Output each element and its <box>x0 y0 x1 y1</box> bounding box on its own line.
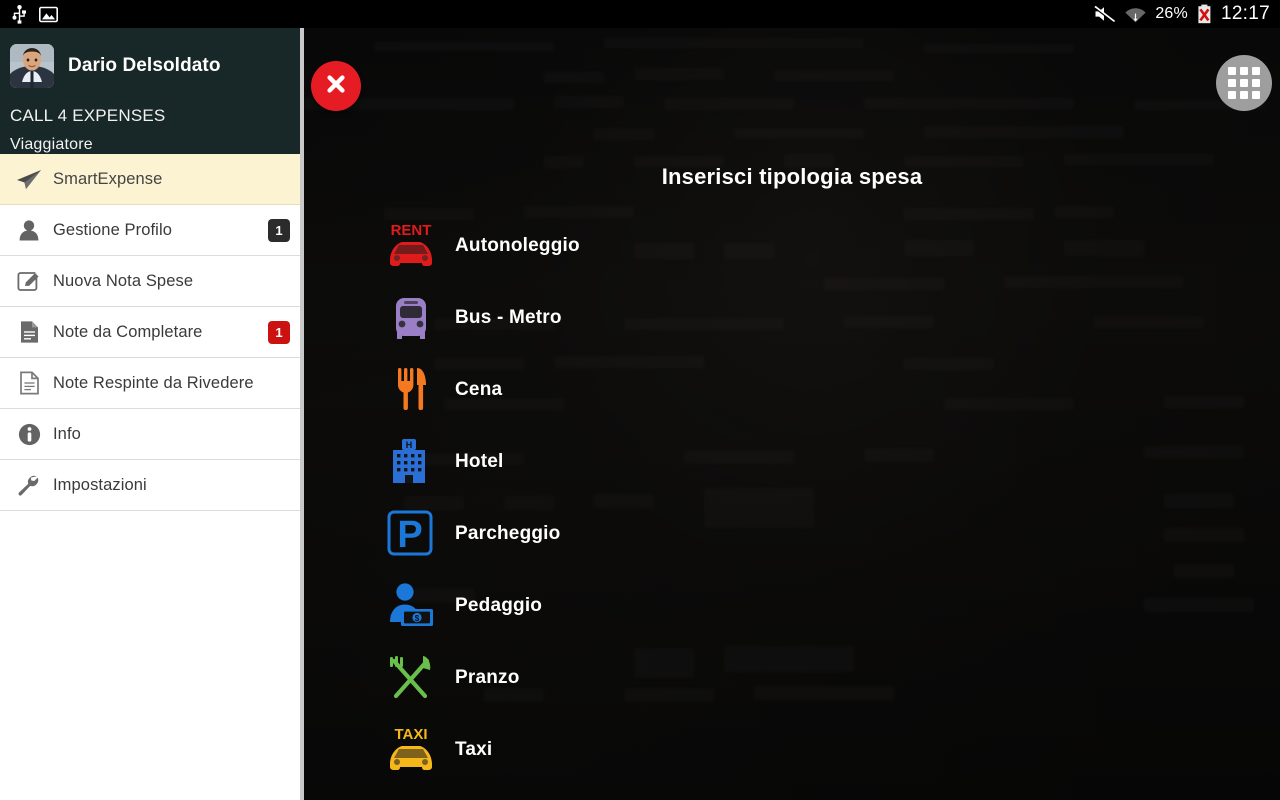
wifi-icon <box>1125 5 1146 23</box>
screenshot-image-icon <box>39 6 58 23</box>
expense-type-row-hotel[interactable]: H Hotel <box>304 426 1280 498</box>
parking-p-icon: P <box>383 506 439 562</box>
expense-type-label: Pedaggio <box>455 595 543 616</box>
svg-text:TAXI: TAXI <box>394 726 427 743</box>
profile-name: Dario Delsoldato <box>68 55 221 76</box>
sidebar-item-label: Gestione Profilo <box>53 220 172 239</box>
expense-type-label: Autonoleggio <box>455 235 580 256</box>
battery-error-icon <box>1197 4 1212 24</box>
rental-car-icon: RENT <box>383 218 439 274</box>
navigation-drawer: Dario Delsoldato CALL 4 EXPENSES Viaggia… <box>0 28 304 800</box>
sidebar-item-nuova-nota-spese[interactable]: Nuova Nota Spese <box>0 256 304 307</box>
sidebar-item-note-da-completare[interactable]: Note da Completare 1 <box>0 307 304 358</box>
taxi-icon: TAXI <box>383 722 439 778</box>
bus-icon <box>383 290 439 346</box>
role-label: Viaggiatore <box>10 136 93 153</box>
lunch-crossed-cutlery-icon <box>383 650 439 706</box>
expense-type-row-taxi[interactable]: TAXI Taxi <box>304 714 1280 786</box>
dinner-fork-knife-icon <box>383 362 439 418</box>
sidebar-item-badge: 1 <box>268 218 290 242</box>
expense-type-row-pranzo[interactable]: Pranzo <box>304 642 1280 714</box>
modal-title: Inserisci tipologia spesa <box>661 164 923 189</box>
info-icon <box>14 423 44 446</box>
sidebar-item-badge: 1 <box>268 320 290 344</box>
sidebar-item-gestione-profilo[interactable]: Gestione Profilo 1 <box>0 205 304 256</box>
sidebar-item-impostazioni[interactable]: Impostazioni <box>0 460 304 511</box>
avatar <box>10 44 54 88</box>
expense-type-row-bus-metro[interactable]: Bus - Metro <box>304 282 1280 354</box>
expense-type-row-cena[interactable]: Cena <box>304 354 1280 426</box>
close-icon <box>323 71 349 102</box>
drawer-menu: SmartExpense Gestione Profilo 1 Nuova No… <box>0 154 304 511</box>
expense-type-label: Cena <box>455 379 503 400</box>
apps-grid-button[interactable] <box>1216 55 1272 111</box>
sidebar-item-label: Impostazioni <box>53 475 147 494</box>
svg-text:H: H <box>406 440 413 450</box>
train-icon <box>383 794 439 800</box>
wrench-icon <box>14 473 44 497</box>
apps-grid-icon <box>1228 67 1260 99</box>
sidebar-item-smartexpense[interactable]: SmartExpense <box>0 154 304 205</box>
sidebar-item-label: Nuova Nota Spese <box>53 271 194 290</box>
svg-text:P: P <box>397 514 422 556</box>
app-root: 26% 12:17 Inserisci tipologia spesa RENT… <box>0 0 1280 800</box>
organization-label: CALL 4 EXPENSES <box>10 106 166 125</box>
sidebar-item-label: Note da Completare <box>53 322 203 341</box>
paper-plane-icon <box>14 168 44 190</box>
clock-label: 12:17 <box>1220 3 1270 24</box>
expense-type-row-autonoleggio[interactable]: RENT Autonoleggio <box>304 210 1280 282</box>
sidebar-item-label: Note Respinte da Rivedere <box>53 373 254 392</box>
expense-type-label: Bus - Metro <box>455 307 562 328</box>
expense-type-row-pedaggio[interactable]: $ Pedaggio <box>304 570 1280 642</box>
expense-type-row-treno[interactable]: Treno <box>304 786 1280 800</box>
android-status-bar: 26% 12:17 <box>0 0 1280 28</box>
svg-text:$: $ <box>415 614 420 623</box>
hotel-building-icon: H <box>383 434 439 490</box>
volume-muted-icon <box>1094 5 1116 23</box>
status-bar-left-icons <box>0 4 58 24</box>
expense-type-row-parcheggio[interactable]: P Parcheggio <box>304 498 1280 570</box>
expense-type-label: Parcheggio <box>455 523 561 544</box>
close-button[interactable] <box>311 61 361 111</box>
drawer-scrollbar[interactable] <box>300 28 304 800</box>
expense-type-modal: Inserisci tipologia spesa RENT Autonoleg… <box>304 28 1280 800</box>
expense-type-label: Pranzo <box>455 667 520 688</box>
sidebar-item-info[interactable]: Info <box>0 409 304 460</box>
edit-document-icon <box>14 269 44 293</box>
profile-row[interactable]: Dario Delsoldato <box>0 42 304 90</box>
toll-person-money-icon: $ <box>383 578 439 634</box>
document-filled-icon <box>14 320 44 344</box>
battery-percent-label: 26% <box>1155 5 1188 22</box>
sidebar-item-label: SmartExpense <box>53 169 163 188</box>
expense-type-list: RENT Autonoleggio Bus - Metro Cena H Hot… <box>304 210 1280 800</box>
expense-type-label: Hotel <box>455 451 504 472</box>
document-outline-icon <box>14 371 44 395</box>
status-bar-right-icons: 26% 12:17 <box>1094 3 1280 25</box>
sidebar-item-label: Info <box>53 424 81 443</box>
usb-icon <box>12 4 27 24</box>
person-icon <box>14 219 44 241</box>
sidebar-item-note-respinte[interactable]: Note Respinte da Rivedere <box>0 358 304 409</box>
svg-text:RENT: RENT <box>391 222 432 239</box>
expense-type-label: Taxi <box>455 739 493 760</box>
drawer-header: Dario Delsoldato CALL 4 EXPENSES Viaggia… <box>0 28 304 154</box>
